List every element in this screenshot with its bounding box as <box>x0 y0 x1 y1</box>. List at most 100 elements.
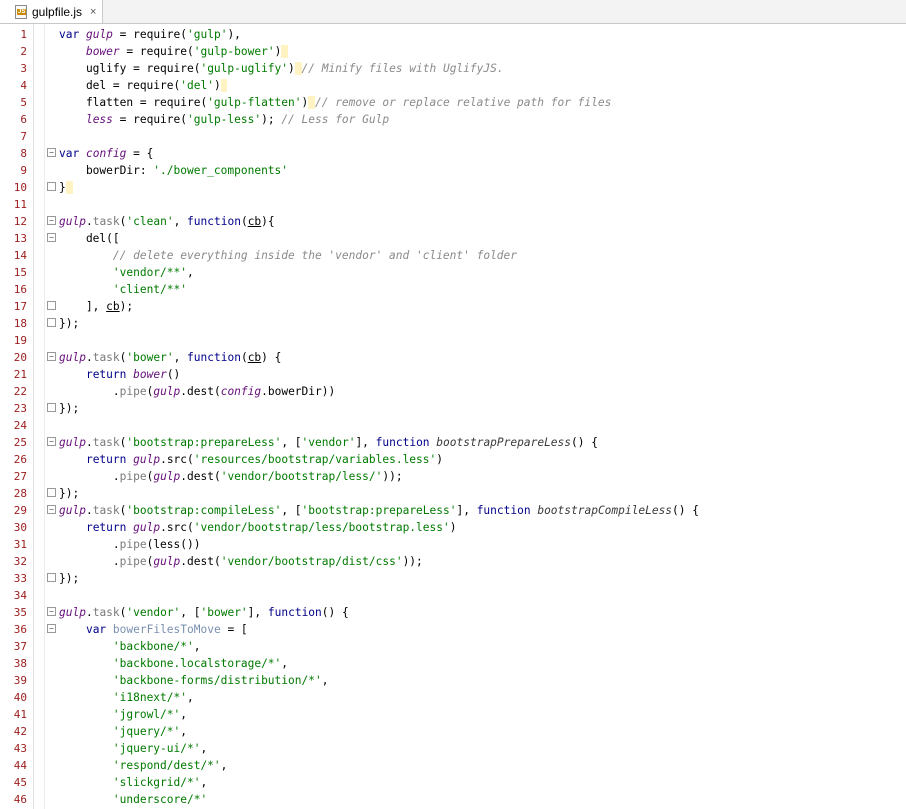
code-line[interactable]: 28}); <box>0 485 906 502</box>
code-line[interactable]: 41 'jgrowl/*', <box>0 706 906 723</box>
code-line[interactable]: 6 less = require('gulp-less'); // Less f… <box>0 111 906 128</box>
code-line[interactable]: 44 'respond/dest/*', <box>0 757 906 774</box>
code-line[interactable]: 3 uglify = require('gulp-uglify') // Min… <box>0 60 906 77</box>
fold-end-icon[interactable] <box>47 318 56 327</box>
fold-collapse-icon[interactable]: − <box>47 233 56 242</box>
close-tab-icon[interactable]: × <box>90 6 96 18</box>
line-number: 26 <box>13 453 27 466</box>
line-number: 44 <box>13 759 27 772</box>
line-number: 3 <box>20 62 27 75</box>
line-number: 20 <box>13 351 27 364</box>
code-line[interactable]: 20 − gulp.task('bower', function(cb) { <box>0 349 906 366</box>
code-text: }); <box>59 402 80 415</box>
fold-collapse-icon[interactable]: − <box>47 624 56 633</box>
fold-end-icon[interactable] <box>47 488 56 497</box>
code-text: .pipe(less()) <box>59 538 201 551</box>
line-number: 16 <box>13 283 27 296</box>
line-number: 37 <box>13 640 27 653</box>
code-line[interactable]: 7 <box>0 128 906 145</box>
code-line[interactable]: 43 'jquery-ui/*', <box>0 740 906 757</box>
fold-end-icon[interactable] <box>47 182 56 191</box>
fold-collapse-icon[interactable]: − <box>47 148 56 157</box>
code-line[interactable]: 37 'backbone/*', <box>0 638 906 655</box>
code-line[interactable]: 36 − var bowerFilesToMove = [ <box>0 621 906 638</box>
line-number: 22 <box>13 385 27 398</box>
code-line[interactable]: 38 'backbone.localstorage/*', <box>0 655 906 672</box>
code-line[interactable]: 8 − var config = { <box>0 145 906 162</box>
code-line[interactable]: 40 'i18next/*', <box>0 689 906 706</box>
line-number: 9 <box>20 164 27 177</box>
code-line[interactable]: 31 .pipe(less()) <box>0 536 906 553</box>
code-text: 'slickgrid/*', <box>112 776 208 789</box>
code-line[interactable]: 4 del = require('del') <box>0 77 906 94</box>
line-number: 10 <box>13 181 27 194</box>
code-line[interactable]: 29 − gulp.task('bootstrap:compileLess', ['… <box>0 502 906 519</box>
line-number: 12 <box>13 215 27 228</box>
code-line[interactable]: 14 // delete everything inside the 'vend… <box>0 247 906 264</box>
code-line[interactable]: 26 return gulp.src('resources/bootstrap/… <box>0 451 906 468</box>
fold-collapse-icon[interactable]: − <box>47 505 56 514</box>
line-number: 31 <box>13 538 27 551</box>
code-line[interactable]: 11 <box>0 196 906 213</box>
code-text: var gulp = require('gulp'), <box>59 28 241 41</box>
code-line[interactable]: 35 − gulp.task('vendor', ['bower'], functi… <box>0 604 906 621</box>
code-text: gulp.task('vendor', ['bower'], function(… <box>59 606 349 619</box>
code-text: .pipe(gulp.dest('vendor/bootstrap/less/'… <box>59 470 403 483</box>
code-text: 'jquery/*', <box>112 725 187 738</box>
code-text: gulp.task('bower', function(cb) { <box>59 351 282 364</box>
fold-end-icon[interactable] <box>47 403 56 412</box>
code-line[interactable]: 1 var gulp = require('gulp'), <box>0 26 906 43</box>
code-text: return gulp.src('resources/bootstrap/var… <box>85 453 443 466</box>
fold-end-icon[interactable] <box>47 573 56 582</box>
code-line[interactable]: 46 'underscore/*' <box>0 791 906 808</box>
fold-collapse-icon[interactable]: − <box>47 216 56 225</box>
line-number: 21 <box>13 368 27 381</box>
line-number: 8 <box>20 147 27 160</box>
code-lines[interactable]: 1 var gulp = require('gulp'), 2 bower = re… <box>0 26 906 808</box>
code-text: 'i18next/*', <box>112 691 194 704</box>
code-line[interactable]: 42 'jquery/*', <box>0 723 906 740</box>
code-line[interactable]: 24 <box>0 417 906 434</box>
code-text: gulp.task('clean', function(cb){ <box>59 215 275 228</box>
line-number: 33 <box>13 572 27 585</box>
code-line[interactable]: 2 bower = require('gulp-bower') <box>0 43 906 60</box>
code-line[interactable]: 32 .pipe(gulp.dest('vendor/bootstrap/dis… <box>0 553 906 570</box>
code-line[interactable]: 23}); <box>0 400 906 417</box>
code-line[interactable]: 39 'backbone-forms/distribution/*', <box>0 672 906 689</box>
line-number: 24 <box>13 419 27 432</box>
code-line[interactable]: 17 ], cb); <box>0 298 906 315</box>
code-editor[interactable]: 1 var gulp = require('gulp'), 2 bower = re… <box>0 24 906 809</box>
fold-collapse-icon[interactable]: − <box>47 437 56 446</box>
code-line[interactable]: 16 'client/**' <box>0 281 906 298</box>
fold-end-icon[interactable] <box>47 301 56 310</box>
code-line[interactable]: 15 'vendor/**', <box>0 264 906 281</box>
code-text: return gulp.src('vendor/bootstrap/less/b… <box>85 521 457 534</box>
tab-gulpfile[interactable]: JS gulpfile.js × <box>0 0 103 23</box>
code-line[interactable]: 10} <box>0 179 906 196</box>
code-text: gulp.task('bootstrap:compileLess', ['boo… <box>59 504 699 517</box>
code-line[interactable]: 22 .pipe(gulp.dest(config.bowerDir)) <box>0 383 906 400</box>
code-line[interactable]: 9 bowerDir: './bower_components' <box>0 162 906 179</box>
code-line[interactable]: 18}); <box>0 315 906 332</box>
code-line[interactable]: 21 return bower() <box>0 366 906 383</box>
line-number: 27 <box>13 470 27 483</box>
code-line[interactable]: 27 .pipe(gulp.dest('vendor/bootstrap/les… <box>0 468 906 485</box>
code-line[interactable]: 34 <box>0 587 906 604</box>
code-line[interactable]: 45 'slickgrid/*', <box>0 774 906 791</box>
code-text: 'backbone-forms/distribution/*', <box>112 674 329 687</box>
code-line[interactable]: 19 <box>0 332 906 349</box>
code-text: var bowerFilesToMove = [ <box>85 623 248 636</box>
fold-collapse-icon[interactable]: − <box>47 607 56 616</box>
code-line[interactable]: 5 flatten = require('gulp-flatten') // r… <box>0 94 906 111</box>
line-number: 17 <box>13 300 27 313</box>
code-text: less = require('gulp-less'); // Less for… <box>85 113 390 126</box>
fold-collapse-icon[interactable]: − <box>47 352 56 361</box>
code-line[interactable]: 30 return gulp.src('vendor/bootstrap/les… <box>0 519 906 536</box>
line-number: 23 <box>13 402 27 415</box>
editor-tab-bar: JS gulpfile.js × <box>0 0 906 24</box>
line-number: 14 <box>13 249 27 262</box>
code-line[interactable]: 13 − del([ <box>0 230 906 247</box>
code-line[interactable]: 25 − gulp.task('bootstrap:prepareLess', ['… <box>0 434 906 451</box>
code-line[interactable]: 33}); <box>0 570 906 587</box>
code-line[interactable]: 12 − gulp.task('clean', function(cb){ <box>0 213 906 230</box>
